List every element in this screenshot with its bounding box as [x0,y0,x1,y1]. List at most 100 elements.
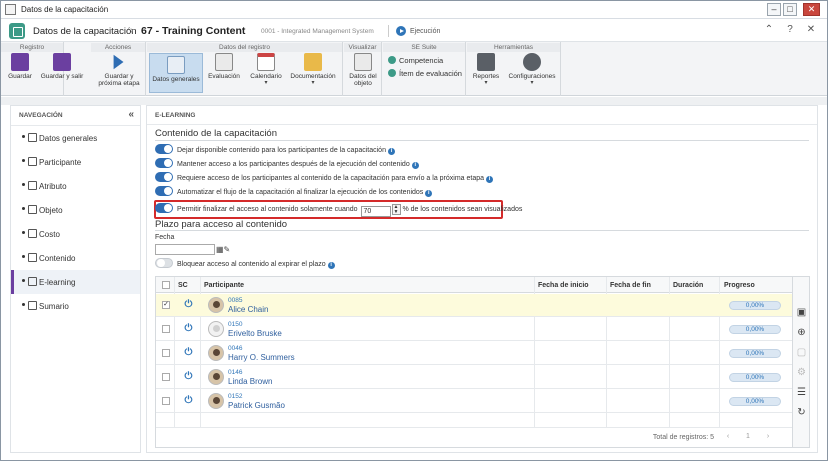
avatar [208,369,224,385]
percentage-input[interactable]: 70 [360,206,391,217]
table-row[interactable]: ⏻ 0152 Patrick Gusmão 0,00% [156,390,792,413]
calendar-button[interactable]: Calendario ▾ [247,53,285,87]
navigation-title: NAVEGACIÓN [19,112,63,119]
participant-name[interactable]: Patrick Gusmão [228,401,285,410]
nav-item[interactable]: Datos generales [11,126,140,150]
settings-button[interactable]: Configuraciones ▾ [505,53,559,87]
close-window-button[interactable]: ✕ [803,3,820,16]
object-data-button[interactable]: Datos del objeto [346,53,380,87]
row-checkbox[interactable]: ✓ [162,301,170,309]
save-exit-button[interactable]: Guardar y salir [37,53,87,80]
power-icon[interactable]: ⏻ [183,395,194,406]
nav-item[interactable]: Participante [11,150,140,174]
row-checkbox[interactable] [162,325,170,333]
progress-bar: 0,00% [729,301,781,310]
nav-item-label: Contenido [39,254,76,263]
bullet [22,183,25,186]
col-duracion[interactable]: Duración [673,282,703,289]
bullet [22,207,25,210]
group-label: SE Suite [383,43,465,52]
prev-page-button[interactable]: ‹ [720,433,736,444]
video-icon[interactable]: ▣ [793,303,810,323]
collapse-header-icon[interactable]: ⌃ [763,24,775,36]
nav-item[interactable]: Atributo [11,174,140,198]
date-input[interactable] [155,244,215,255]
col-fecha-fin[interactable]: Fecha de fin [610,282,651,289]
col-fecha-inicio[interactable]: Fecha de inicio [538,282,589,289]
toggle-switch[interactable] [155,186,173,196]
collapse-icon[interactable]: « [128,109,134,120]
nav-item[interactable]: Objeto [11,198,140,222]
participant-name[interactable]: Alice Chain [228,305,268,314]
info-icon[interactable]: i [425,190,433,197]
info-icon[interactable]: i [327,262,335,269]
table-row[interactable]: ✓ ⏻ 0085 Alice Chain 0,00% [156,294,792,317]
refresh-icon[interactable]: ↻ [793,403,810,423]
group-label: Datos del registro [147,43,342,52]
info-icon[interactable]: i [486,176,494,183]
list-icon[interactable]: ☰ [793,383,810,403]
competencia-link[interactable]: Competencia [388,56,443,65]
page-number[interactable]: 1 [740,433,756,444]
power-icon[interactable]: ⏻ [183,323,194,334]
object-data-label: Datos del objeto [349,73,377,87]
finish-option-row: Permitir finalizar el acceso al contenid… [155,203,522,217]
header-divider [388,25,389,37]
table-row[interactable]: ⏻ 0046 Harry O. Summers 0,00% [156,342,792,365]
maximize-button[interactable]: □ [783,3,797,16]
col-progreso[interactable]: Progreso [724,282,755,289]
toggle-switch[interactable] [155,144,173,154]
content-section-title: Contenido de la capacitación [155,128,278,139]
nav-item[interactable]: Contenido [11,246,140,270]
option-row: Requiere acceso de los participantes al … [155,172,494,183]
row-checkbox[interactable] [162,397,170,405]
power-icon[interactable]: ⏻ [183,347,194,358]
nav-item[interactable]: Sumario [11,294,140,318]
help-icon[interactable]: ? [784,24,796,36]
evaluation-button[interactable]: Evaluación [207,53,241,80]
edit-record-icon[interactable]: ▢ [793,343,810,363]
settings-icon[interactable]: ⚙ [793,363,810,383]
table-row[interactable]: ⏻ 0150 Erivelto Bruske 0,00% [156,318,792,341]
object-data-icon [354,53,372,71]
deadline-section-title: Plazo para acceso al contenido [155,219,288,230]
nav-item-icon [28,301,37,310]
calendar-icon [257,53,275,71]
participant-name[interactable]: Harry O. Summers [228,353,295,362]
row-checkbox[interactable] [162,349,170,357]
close-icon[interactable]: ✕ [805,24,817,36]
general-data-button[interactable]: Datos generales [149,53,203,93]
col-sc[interactable]: SC [178,282,188,289]
save-button[interactable]: Guardar [7,53,33,80]
row-checkbox[interactable] [162,373,170,381]
participant-name[interactable]: Erivelto Bruske [228,329,282,338]
next-page-button[interactable]: › [760,433,776,444]
nav-item[interactable]: Costo [11,222,140,246]
toggle-switch[interactable] [155,158,173,168]
ribbon-group-se-suite: SE Suite Competencia Ítem de evaluación [383,42,466,96]
info-icon[interactable]: i [411,162,419,169]
power-icon[interactable]: ⏻ [183,299,194,310]
nav-item-label: Objeto [39,206,63,215]
info-icon[interactable]: i [387,148,395,155]
percentage-stepper[interactable]: ▲ ▼ [391,204,401,215]
avatar [208,345,224,361]
table-row[interactable]: ⏻ 0146 Linda Brown 0,00% [156,366,792,389]
documentation-button[interactable]: Documentación ▾ [287,53,339,87]
select-all-checkbox[interactable] [162,281,170,289]
col-participante[interactable]: Participante [204,282,244,289]
toggle-switch[interactable] [155,258,173,268]
nav-item[interactable]: E-learning [11,270,140,294]
calendar-picker-icon[interactable]: ▦✎ [216,244,238,255]
minimize-button[interactable]: – [767,3,781,16]
add-record-icon[interactable]: ⊕ [793,323,810,343]
participant-name[interactable]: Linda Brown [228,377,272,386]
bullet [22,159,25,162]
toggle-switch[interactable] [155,172,173,182]
ribbon-toolbar: Registro Guardar Guardar y salir Accione… [1,42,827,96]
power-icon[interactable]: ⏻ [183,371,194,382]
toggle-switch[interactable] [155,203,173,213]
evaluation-item-link[interactable]: Ítem de evaluación [388,69,462,78]
save-next-step-button[interactable]: Guardar y próxima etapa [94,53,144,87]
reports-button[interactable]: Reportes ▾ [470,53,502,87]
